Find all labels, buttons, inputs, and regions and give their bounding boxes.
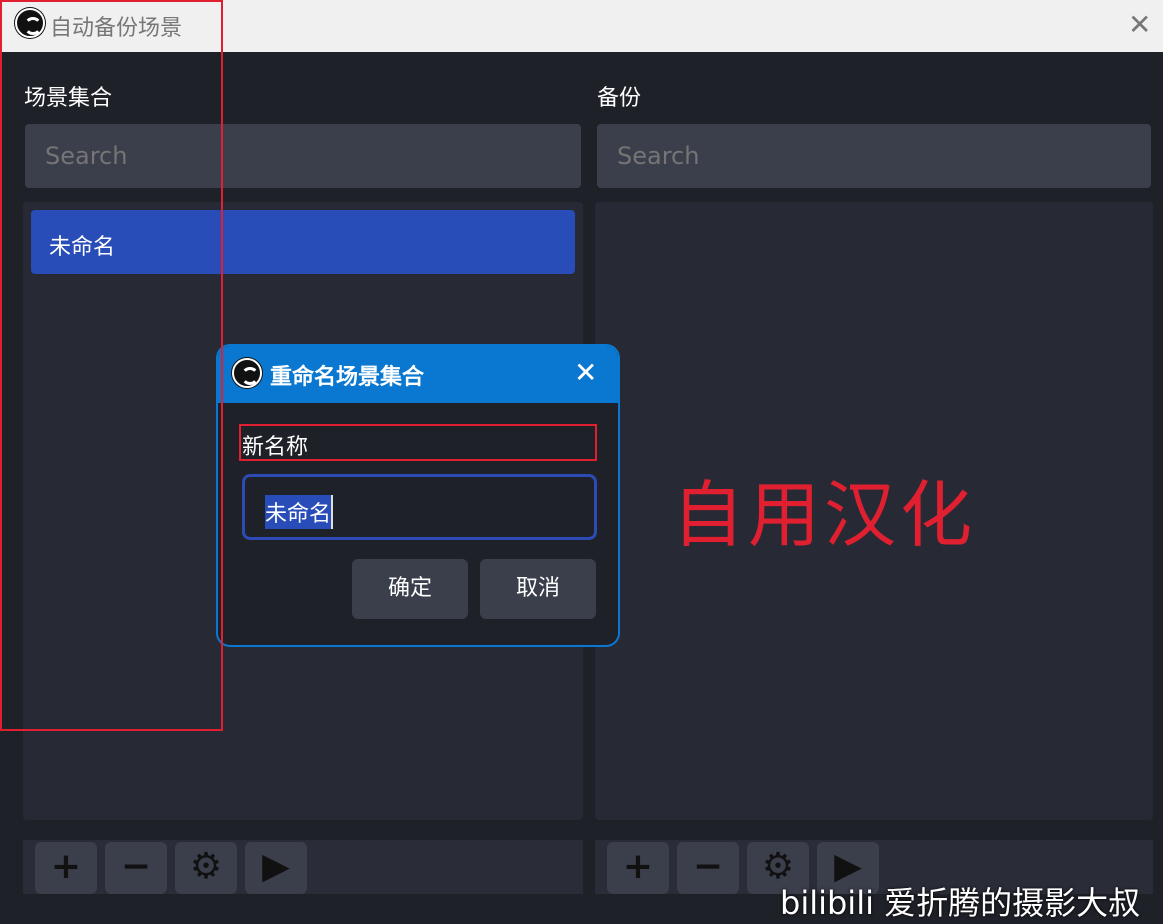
- annotation-box: [0, 0, 223, 731]
- annotation-box: [239, 424, 597, 461]
- window-close-button[interactable]: ✕: [1128, 8, 1151, 41]
- selected-text: 未命名: [265, 495, 334, 529]
- new-name-input[interactable]: 未命名: [242, 474, 597, 540]
- watermark: bilibili 爱折腾的摄影大叔: [780, 884, 1141, 922]
- cancel-button[interactable]: 取消: [480, 559, 596, 619]
- remove-button[interactable]: −: [105, 842, 167, 894]
- dialog-title: 重命名场景集合: [270, 365, 425, 390]
- ok-button[interactable]: 确定: [352, 559, 468, 619]
- backup-search-input[interactable]: [597, 124, 1151, 188]
- add-button[interactable]: +: [607, 842, 669, 894]
- settings-gear-icon[interactable]: ⚙: [175, 842, 237, 894]
- scene-toolbar: + − ⚙ ▶: [23, 840, 583, 894]
- rename-dialog: 重命名场景集合 ✕ 新名称 未命名 确定 取消: [216, 344, 620, 647]
- obs-logo-icon: [232, 358, 262, 388]
- dialog-header: 重命名场景集合 ✕: [218, 346, 618, 403]
- add-button[interactable]: +: [35, 842, 97, 894]
- dialog-close-button[interactable]: ✕: [574, 356, 597, 389]
- annotation-text: 自用汉化: [672, 473, 977, 557]
- remove-button[interactable]: −: [677, 842, 739, 894]
- play-button[interactable]: ▶: [245, 842, 307, 894]
- backups-heading: 备份: [597, 86, 642, 111]
